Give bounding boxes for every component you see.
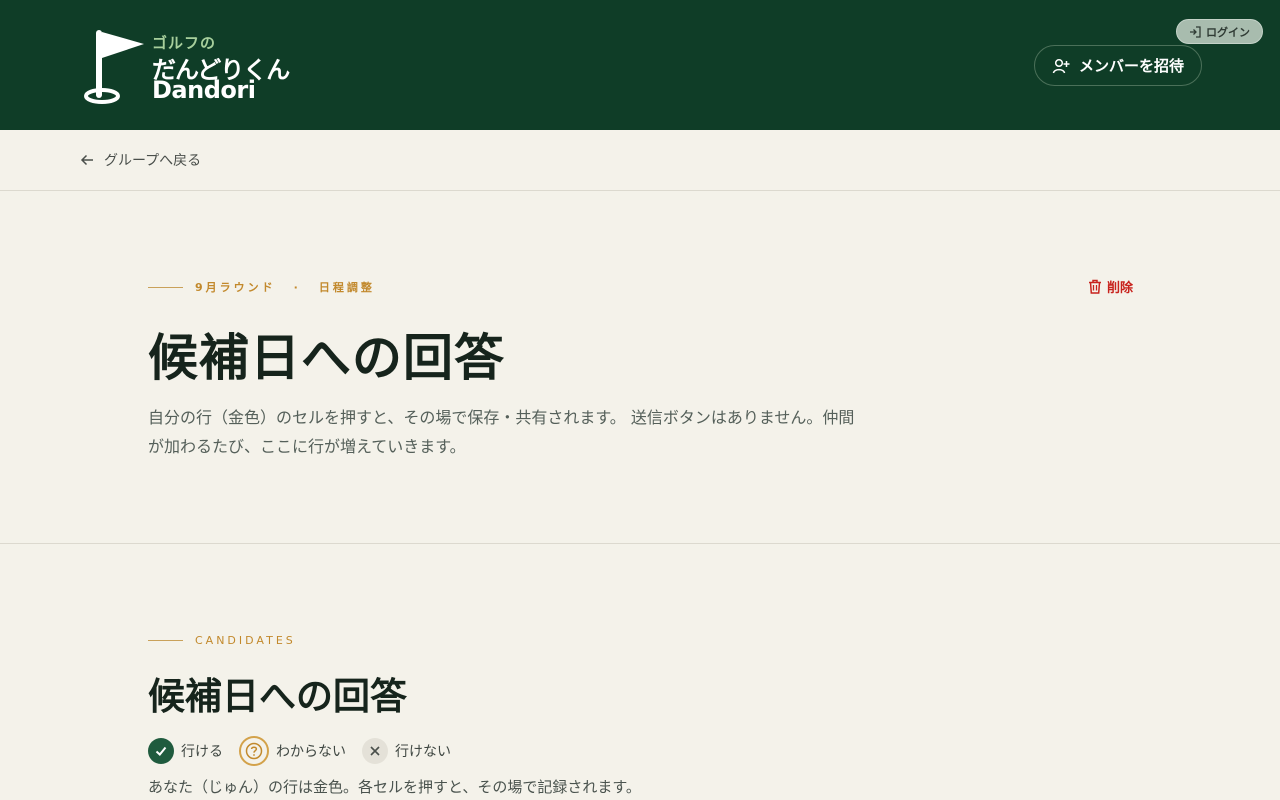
invite-member-button[interactable]: メンバーを招待 <box>1034 45 1202 86</box>
login-button[interactable]: ログイン <box>1176 19 1263 44</box>
question-icon <box>239 736 269 766</box>
legend-label-maybe: わからない <box>276 744 346 760</box>
login-icon <box>1190 25 1201 38</box>
candidates-eyebrow: CANDIDATES <box>148 634 296 647</box>
check-icon <box>148 738 174 764</box>
logo[interactable]: ゴルフの だんどりくん Dandori <box>82 28 292 106</box>
legend-label-yes: 行ける <box>181 744 223 760</box>
back-label: グループへ戻る <box>104 153 202 169</box>
candidates-eyebrow-label: CANDIDATES <box>195 634 296 647</box>
eyebrow-section: 日程調整 <box>318 281 375 294</box>
page-title: 候補日への回答 <box>148 329 505 387</box>
eyebrow-line <box>148 286 183 288</box>
logo-english: Dandori <box>152 76 256 104</box>
app-header: ゴルフの だんどりくん Dandori ログイン メンバーを招待 <box>0 0 1280 130</box>
arrow-left-icon <box>80 154 93 166</box>
eyebrow-round: 9月ラウンド <box>195 281 276 294</box>
invite-label: メンバーを招待 <box>1078 57 1184 75</box>
delete-button[interactable]: 削除 <box>1088 277 1133 296</box>
login-label: ログイン <box>1206 25 1250 39</box>
eyebrow-line <box>148 640 183 641</box>
user-plus-icon <box>1052 58 1070 73</box>
legend-item-maybe: わからない <box>239 736 346 766</box>
back-to-group-link[interactable]: グループへ戻る <box>80 150 201 170</box>
candidates-title: 候補日への回答 <box>148 675 407 718</box>
page-description: 自分の行（金色）のセルを押すと、その場で保存・共有されます。 送信ボタンはありま… <box>148 408 855 456</box>
trash-icon <box>1089 279 1101 294</box>
flag-icon <box>84 30 144 104</box>
intro-section: 9月ラウンド · 日程調整 削除 候補日への回答 自分の行（金色）のセルを押すと… <box>0 191 1280 544</box>
legend-item-yes: 行ける <box>148 738 223 764</box>
eyebrow-separator: · <box>293 280 301 294</box>
cross-icon <box>362 738 388 764</box>
candidates-note: あなた（じゅん）の行は金色。各セルを押すと、その場で記録されます。 <box>148 778 641 796</box>
delete-label: 削除 <box>1107 281 1134 296</box>
section-eyebrow: 9月ラウンド · 日程調整 <box>148 279 375 295</box>
legend-item-no: 行けない <box>362 738 451 764</box>
legend-label-no: 行けない <box>395 744 451 760</box>
back-navigation-bar: グループへ戻る <box>0 130 1280 191</box>
answer-legend: 行ける わからない 行けない <box>148 736 451 766</box>
candidates-section: CANDIDATES 候補日への回答 行ける わからない 行けない あなた（じゅ… <box>0 544 1280 800</box>
